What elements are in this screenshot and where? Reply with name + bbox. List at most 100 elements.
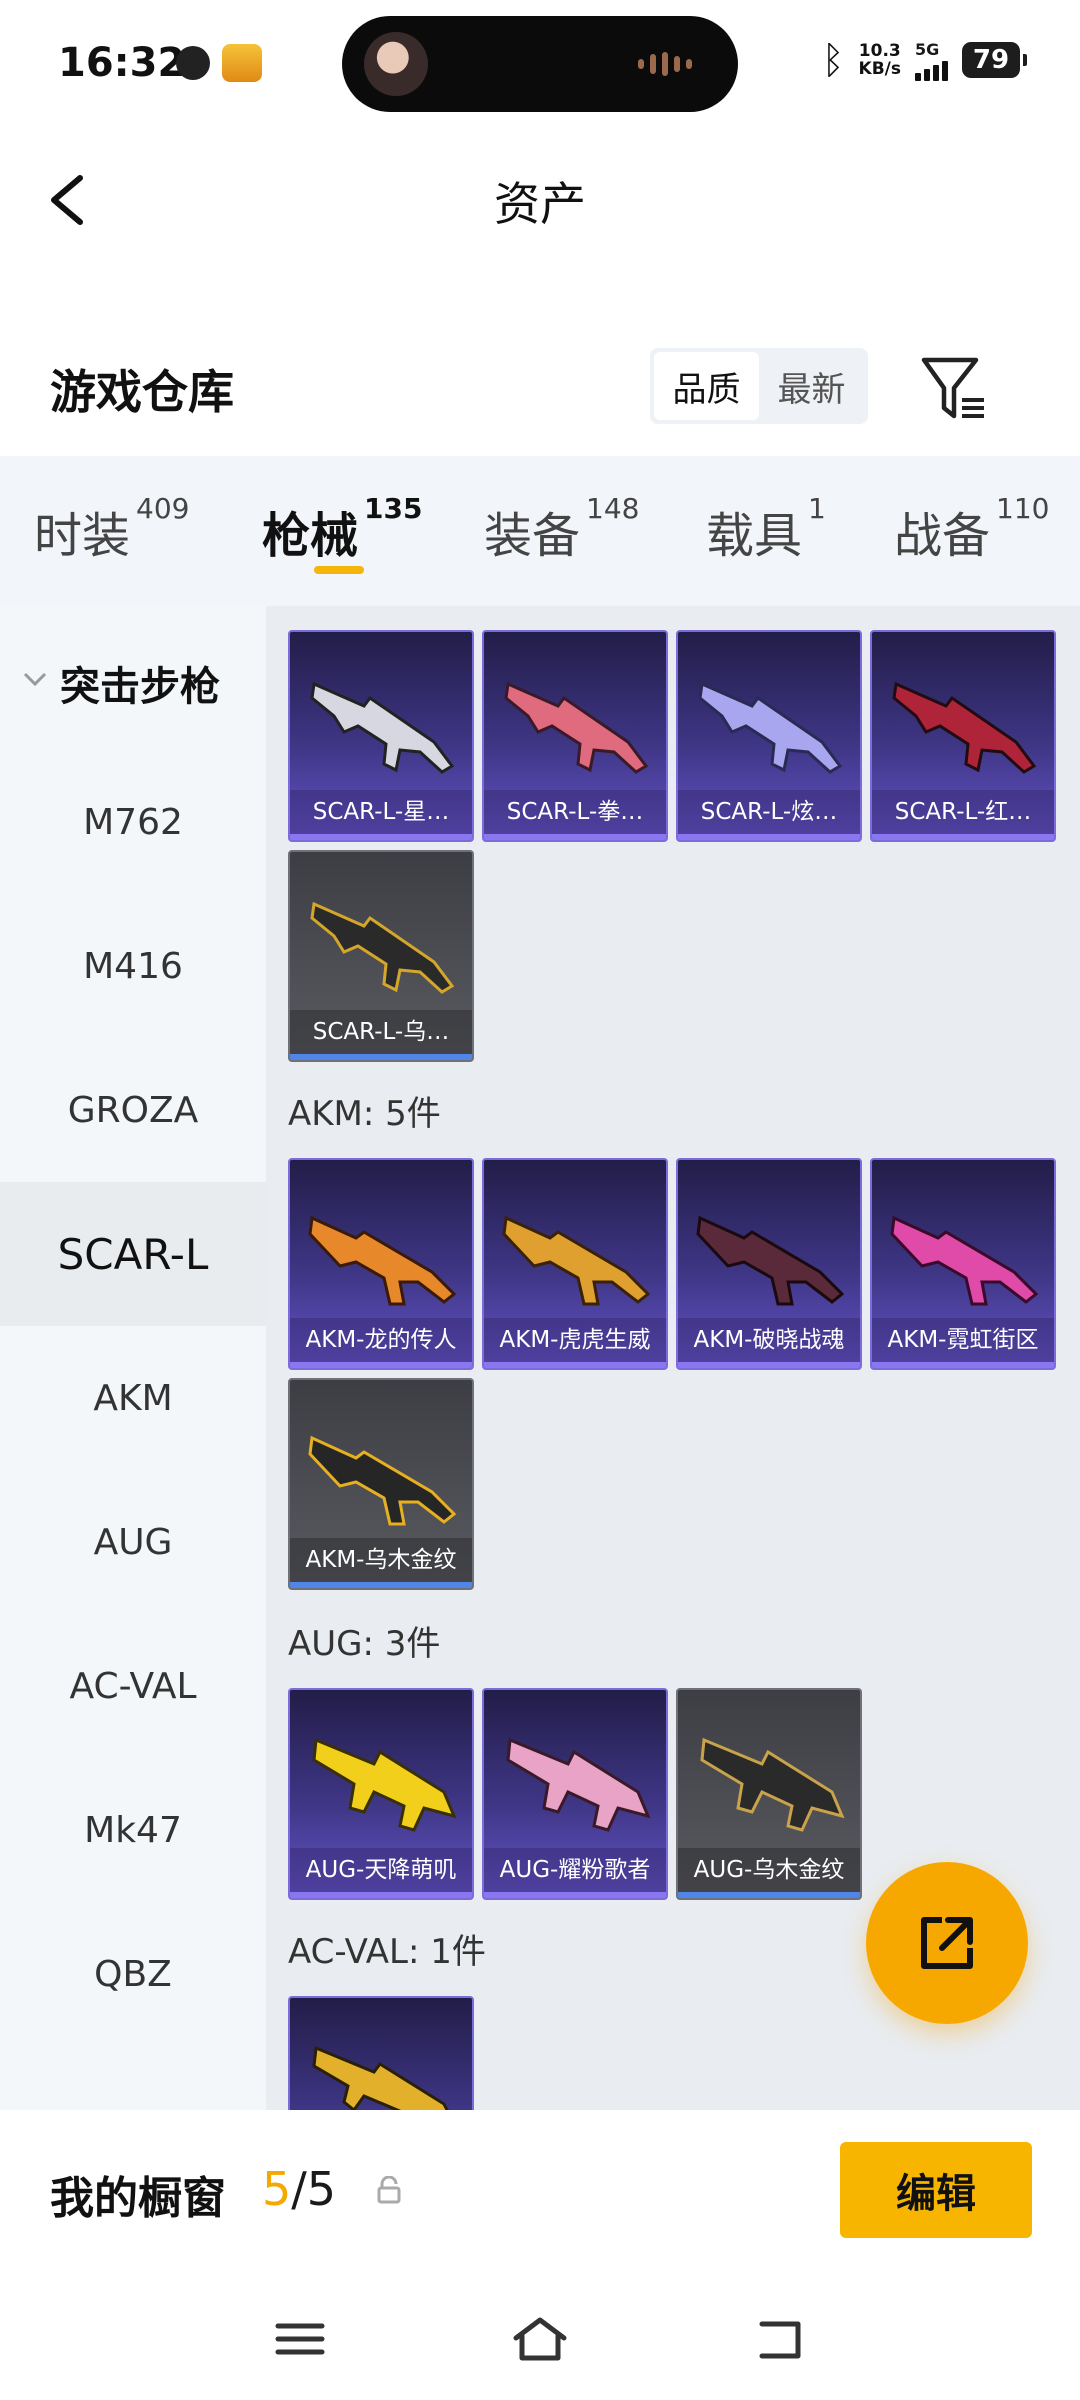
bottom-panel: 我的橱窗 5/5 编辑: [0, 2110, 1080, 2400]
rifle-icon: [312, 2045, 449, 2110]
filter-icon[interactable]: [918, 352, 990, 424]
menu-icon[interactable]: [270, 2314, 330, 2364]
bluetooth-icon: ᛒ: [821, 38, 845, 82]
sort-toggle: 品质 最新: [650, 348, 868, 424]
page-title: 资产: [494, 177, 586, 231]
skin-name: AKM-龙的传人: [290, 1318, 472, 1362]
net-speed-unit: KB/s: [858, 59, 901, 79]
skin-card[interactable]: AUG-乌木金纹: [676, 1688, 862, 1900]
skin-card[interactable]: AUG-耀粉歌者: [482, 1688, 668, 1900]
top-bar: 资产: [0, 140, 1080, 250]
category-tabs: 时装 409 枪械 135 装备 148 载具 1 战备 110: [0, 456, 1080, 606]
rifle-icon: [312, 1737, 457, 1832]
tab-label: 时装: [34, 508, 131, 564]
skin-card[interactable]: AUG-天降萌叽: [288, 1688, 474, 1900]
rifle-icon: [310, 681, 455, 774]
skin-card[interactable]: AKM-霓虹街区: [870, 1158, 1056, 1370]
sort-option-quality[interactable]: 品质: [654, 352, 759, 420]
showcase-current: 5: [262, 2162, 292, 2216]
share-icon: [921, 1917, 973, 1969]
sort-option-newest[interactable]: 最新: [759, 352, 864, 420]
nav-item-ac-val[interactable]: AC-VAL: [0, 1614, 266, 1758]
showcase-label: 我的橱窗: [50, 2173, 226, 2224]
weapon-type-nav: 突击步枪 M762 M416 GROZA SCAR-L AKM AUG AC-V…: [0, 606, 266, 2110]
status-indicators: ᛒ 10.3 KB/s 5G 79: [821, 38, 1027, 82]
skin-name: AKM-乌木金纹: [290, 1538, 472, 1582]
status-time: 16:32: [58, 40, 186, 86]
tab-fashion[interactable]: 时装 409: [34, 492, 189, 566]
skin-card[interactable]: SCAR-L-乌…: [288, 850, 474, 1062]
nav-item-groza[interactable]: GROZA: [0, 1038, 266, 1182]
net-speed: 10.3 KB/s: [859, 42, 901, 78]
nav-group-label: 突击步枪: [60, 664, 220, 710]
status-bar: 16:32 ᛒ 10.3 KB/s 5G 79: [0, 0, 1080, 120]
net-speed-value: 10.3: [858, 41, 901, 61]
rifle-icon: [892, 681, 1037, 774]
share-fab[interactable]: [866, 1862, 1028, 2024]
nav-item-m762[interactable]: M762: [0, 750, 266, 894]
rifle-icon: [700, 1737, 845, 1832]
skin-card[interactable]: AKM-虎虎生威: [482, 1158, 668, 1370]
nav-group-assault-rifles[interactable]: 突击步枪: [0, 646, 266, 716]
showcase-total: /5: [291, 2162, 337, 2216]
section-title: 游戏仓库: [50, 365, 234, 419]
system-navigation: [0, 2290, 1080, 2380]
tab-vehicles[interactable]: 载具 1: [706, 492, 826, 566]
tab-label: 装备: [484, 508, 581, 564]
dynamic-island[interactable]: [342, 16, 738, 112]
rifle-icon: [506, 1737, 651, 1832]
skin-card[interactable]: AKM-龙的传人: [288, 1158, 474, 1370]
skin-name: SCAR-L-拳…: [484, 790, 666, 834]
group-title-ac-val: AC-VAL: 1件: [288, 1932, 486, 1972]
nav-item-akm[interactable]: AKM: [0, 1326, 266, 1470]
nav-item-mk47[interactable]: Mk47: [0, 1758, 266, 1902]
rifle-icon: [308, 1435, 457, 1526]
rifle-icon: [696, 1215, 845, 1306]
skin-card[interactable]: AKM-破晓战魂: [676, 1158, 862, 1370]
app-notification-icon: [222, 44, 262, 82]
battery-icon: 79: [962, 42, 1027, 78]
rifle-icon: [310, 901, 455, 994]
skin-card[interactable]: SCAR-L-星…: [288, 630, 474, 842]
skin-name: AUG-天降萌叽: [290, 1848, 472, 1892]
tab-equipment[interactable]: 装备 148: [484, 492, 639, 566]
tab-label: 战备: [894, 508, 991, 564]
group-title-akm: AKM: 5件: [288, 1094, 441, 1134]
skin-card[interactable]: [288, 1996, 474, 2110]
tab-count: 148: [586, 492, 640, 525]
network-type: 5G: [915, 39, 940, 59]
rifle-icon: [502, 1215, 651, 1306]
group-title-aug: AUG: 3件: [288, 1624, 441, 1664]
skin-name: SCAR-L-乌…: [290, 1010, 472, 1054]
back-icon[interactable]: [750, 2314, 810, 2364]
skin-card[interactable]: SCAR-L-拳…: [482, 630, 668, 842]
tab-count: 135: [364, 492, 423, 525]
tab-supplies[interactable]: 战备 110: [894, 492, 1049, 566]
edit-button[interactable]: 编辑: [840, 2142, 1032, 2238]
skin-name: AKM-虎虎生威: [484, 1318, 666, 1362]
showcase-count: 5/5: [262, 2162, 336, 2216]
skin-name: AUG-耀粉歌者: [484, 1848, 666, 1892]
home-icon[interactable]: [510, 2314, 570, 2364]
rifle-icon: [504, 681, 649, 774]
nav-item-qbz[interactable]: QBZ: [0, 1902, 266, 2046]
skin-card[interactable]: SCAR-L-红…: [870, 630, 1056, 842]
skin-card[interactable]: SCAR-L-炫…: [676, 630, 862, 842]
nav-item-scar-l[interactable]: SCAR-L: [0, 1182, 266, 1326]
rifle-icon: [890, 1215, 1039, 1306]
skin-name: SCAR-L-星…: [290, 790, 472, 834]
signal-icon: 5G: [915, 40, 948, 81]
lock-icon: [377, 2176, 401, 2204]
skin-name: AUG-乌木金纹: [678, 1848, 860, 1892]
nav-item-m416[interactable]: M416: [0, 894, 266, 1038]
tab-label: 枪械: [262, 508, 359, 564]
tab-firearms[interactable]: 枪械 135: [262, 492, 422, 566]
skin-name: SCAR-L-炫…: [678, 790, 860, 834]
active-tab-indicator: [314, 566, 364, 574]
chevron-down-icon: [23, 672, 47, 687]
skin-name: AKM-霓虹街区: [872, 1318, 1054, 1362]
nav-item-aug[interactable]: AUG: [0, 1470, 266, 1614]
rifle-icon: [698, 681, 843, 774]
tab-count: 409: [136, 492, 190, 525]
skin-card[interactable]: AKM-乌木金纹: [288, 1378, 474, 1590]
